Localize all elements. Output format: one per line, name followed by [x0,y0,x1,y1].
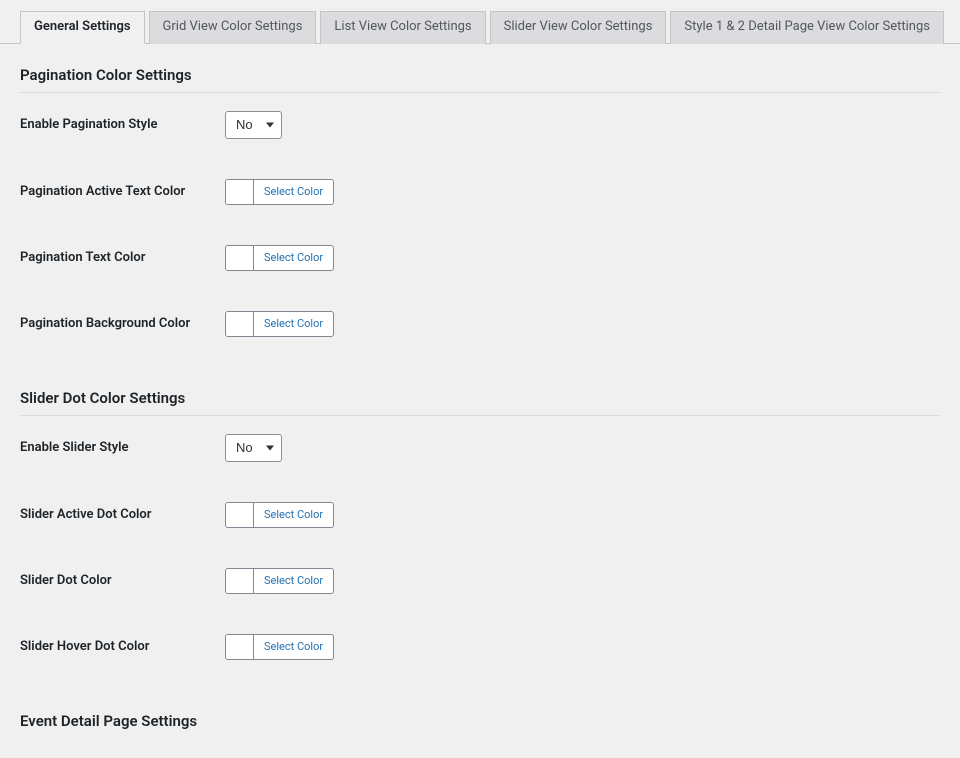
colorpicker-slider-active-dot[interactable]: Select Color [225,502,334,528]
tabs-nav: General Settings Grid View Color Setting… [0,0,960,44]
label-pagination-active-text-color: Pagination Active Text Color [20,184,225,199]
colorpicker-label: Select Color [254,246,333,270]
color-swatch-icon [226,312,254,336]
label-pagination-text-color: Pagination Text Color [20,250,225,265]
row-slider-active-dot-color: Slider Active Dot Color Select Color [20,502,940,528]
colorpicker-slider-hover-dot[interactable]: Select Color [225,634,334,660]
color-swatch-icon [226,503,254,527]
tab-style-detail-page-color[interactable]: Style 1 & 2 Detail Page View Color Setti… [670,11,944,44]
colorpicker-label: Select Color [254,312,333,336]
select-enable-slider[interactable]: No [225,434,282,462]
color-swatch-icon [226,180,254,204]
label-slider-active-dot-color: Slider Active Dot Color [20,507,225,522]
select-enable-slider-wrap: No [225,434,282,462]
row-slider-hover-dot-color: Slider Hover Dot Color Select Color [20,634,940,660]
colorpicker-slider-dot[interactable]: Select Color [225,568,334,594]
colorpicker-label: Select Color [254,180,333,204]
select-enable-pagination[interactable]: No [225,111,282,139]
label-slider-hover-dot-color: Slider Hover Dot Color [20,639,225,654]
section-pagination-title: Pagination Color Settings [20,54,940,93]
tab-grid-view-color[interactable]: Grid View Color Settings [149,11,317,44]
settings-content: Pagination Color Settings Enable Paginat… [0,44,960,758]
row-enable-pagination: Enable Pagination Style No [20,111,940,139]
section-slider-title: Slider Dot Color Settings [20,377,940,416]
label-enable-pagination: Enable Pagination Style [20,117,225,132]
colorpicker-pagination-active-text[interactable]: Select Color [225,179,334,205]
color-swatch-icon [226,635,254,659]
row-pagination-text-color: Pagination Text Color Select Color [20,245,940,271]
colorpicker-label: Select Color [254,503,333,527]
label-enable-slider: Enable Slider Style [20,440,225,455]
label-pagination-bg-color: Pagination Background Color [20,316,225,331]
tab-slider-view-color[interactable]: Slider View Color Settings [490,11,667,44]
select-enable-pagination-wrap: No [225,111,282,139]
color-swatch-icon [226,569,254,593]
tab-general-settings[interactable]: General Settings [20,11,145,44]
row-slider-dot-color: Slider Dot Color Select Color [20,568,940,594]
row-pagination-bg-color: Pagination Background Color Select Color [20,311,940,337]
color-swatch-icon [226,246,254,270]
colorpicker-label: Select Color [254,635,333,659]
colorpicker-label: Select Color [254,569,333,593]
colorpicker-pagination-text[interactable]: Select Color [225,245,334,271]
row-pagination-active-text-color: Pagination Active Text Color Select Colo… [20,179,940,205]
row-enable-slider: Enable Slider Style No [20,434,940,462]
tab-list-view-color[interactable]: List View Color Settings [320,11,485,44]
colorpicker-pagination-bg[interactable]: Select Color [225,311,334,337]
section-event-detail-title: Event Detail Page Settings [20,700,940,738]
label-slider-dot-color: Slider Dot Color [20,573,225,588]
